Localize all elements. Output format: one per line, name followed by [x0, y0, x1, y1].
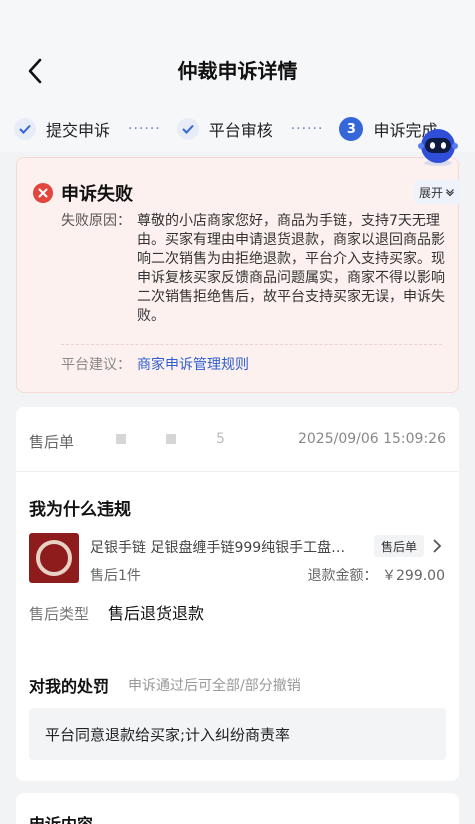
- result-card: 申诉失败 展开 失败原因： 尊敬的小店商家您好，商品为手链，支持7天无理由。买家…: [16, 157, 460, 393]
- result-title: 申诉失败: [61, 184, 133, 205]
- check-icon: [14, 118, 36, 140]
- step-review: 平台审核: [176, 117, 273, 141]
- violation-title: 我为什么违规: [29, 500, 131, 520]
- after-sale-label: 售后单: [29, 433, 75, 451]
- divider: [61, 344, 442, 345]
- step-label: 提交申诉: [46, 121, 111, 140]
- robot-assistant-icon[interactable]: [415, 127, 461, 167]
- step-number: 3: [339, 117, 364, 141]
- after-sale-tag: 售后单: [374, 535, 424, 557]
- chevron-right-icon[interactable]: [430, 537, 444, 555]
- appeal-content-title: 申诉内容: [29, 811, 93, 824]
- after-sale-type-label: 售后类型: [29, 605, 90, 623]
- product-name[interactable]: 足银手链 足银盘缠手链999纯银手工盘…: [90, 537, 368, 557]
- step-connector: ······: [128, 121, 161, 137]
- reason-label: 失败原因：: [61, 213, 131, 229]
- penalty-title: 对我的处罚: [29, 677, 110, 696]
- error-x-icon: [33, 183, 53, 203]
- penalty-text: 平台同意退款给买家;计入纠纷商责率: [45, 726, 291, 744]
- progress-steps: 提交申诉 ······ 平台审核 ······ 3 申诉完成: [14, 116, 437, 142]
- result-header: 申诉失败: [33, 180, 133, 206]
- after-sale-type-value: 售后退货退款: [108, 604, 205, 623]
- step-submit: 提交申诉: [14, 117, 110, 141]
- divider: [16, 471, 459, 472]
- reason-text: 尊敬的小店商家您好，商品为手链，支持7天无理由。买家有理由申请退货退款，商家以退…: [137, 213, 445, 324]
- redaction-block: [116, 434, 126, 444]
- after-sale-id-suffix: 5: [216, 431, 225, 447]
- step-connector: ······: [290, 121, 324, 137]
- refund-amount: 退款金额： ￥299.00: [307, 568, 445, 584]
- expand-button[interactable]: 展开: [414, 180, 460, 204]
- redaction-block: [166, 434, 176, 444]
- page-title: 仲裁申诉详情: [177, 59, 298, 83]
- rules-link[interactable]: 商家申诉管理规则: [137, 354, 249, 374]
- appeal-content-card: 申诉内容: [16, 793, 459, 824]
- expand-label: 展开: [418, 185, 443, 200]
- after-sale-card: 售后单 5 2025/09/06 15:09:26 我为什么违规 足银手链 足银…: [16, 407, 459, 781]
- chevron-down-icon: [446, 189, 454, 196]
- after-sale-id: 5: [116, 431, 225, 447]
- check-icon: [176, 118, 199, 140]
- penalty-note: 申诉通过后可全部/部分撤销: [128, 678, 301, 694]
- suggestion-label: 平台建议：: [61, 357, 131, 373]
- after-sale-quantity: 售后1件: [90, 568, 141, 584]
- after-sale-time: 2025/09/06 15:09:26: [297, 431, 446, 447]
- step-label: 平台审核: [208, 121, 273, 140]
- product-thumbnail[interactable]: [29, 533, 79, 583]
- bracelet-image: [36, 540, 72, 576]
- penalty-box: 平台同意退款给买家;计入纠纷商责率: [29, 708, 446, 760]
